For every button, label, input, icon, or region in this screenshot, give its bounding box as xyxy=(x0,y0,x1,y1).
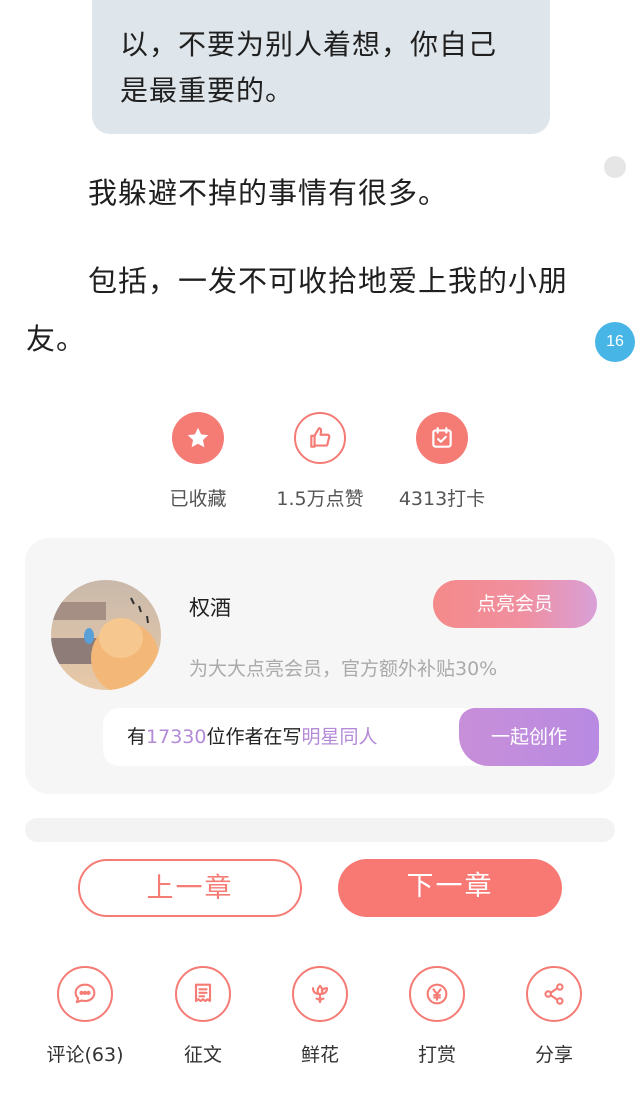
essay-contest-button[interactable]: 征文 xyxy=(153,966,253,1067)
like-button[interactable]: 1.5万点赞 xyxy=(260,412,380,511)
author-card: 权酒 点亮会员 为大大点亮会员，官方额外补贴30% 有17330位作者在写明星同… xyxy=(25,538,615,794)
paragraph-comment-dot[interactable] xyxy=(604,156,626,178)
vip-description: 为大大点亮会员，官方额外补贴30% xyxy=(189,658,498,680)
next-chapter-button[interactable]: 下一章 xyxy=(338,859,562,917)
star-icon xyxy=(172,412,224,464)
flower-button[interactable]: 鲜花 xyxy=(270,966,370,1067)
tip-label: 打赏 xyxy=(417,1044,456,1066)
comment-label: 评论(63) xyxy=(46,1044,124,1066)
promo-middle: 位作者在写 xyxy=(206,726,302,748)
yen-icon xyxy=(409,966,465,1022)
writing-promo-bar[interactable]: 有17330位作者在写明星同人 一起创作 xyxy=(103,708,599,766)
promo-prefix: 有 xyxy=(127,726,147,748)
article-paragraph: 包括，一发不可收拾地爱上我的小朋友。 xyxy=(26,264,569,356)
collect-label: 已收藏 xyxy=(169,488,227,510)
thumbs-up-icon xyxy=(294,412,346,464)
checkin-label: 4313打卡 xyxy=(398,488,486,510)
like-label: 1.5万点赞 xyxy=(276,488,364,510)
vip-button[interactable]: 点亮会员 xyxy=(433,580,597,628)
share-button[interactable]: 分享 xyxy=(504,966,604,1067)
comment-button[interactable]: 评论(63) xyxy=(35,966,135,1067)
flower-icon xyxy=(292,966,348,1022)
writing-promo-text: 有17330位作者在写明星同人 xyxy=(127,708,378,766)
calendar-check-icon xyxy=(416,412,468,464)
topic-tag[interactable]: 明星同人 xyxy=(301,726,377,748)
avatar[interactable] xyxy=(51,580,161,690)
author-name[interactable]: 权酒 xyxy=(189,592,231,622)
share-icon xyxy=(526,966,582,1022)
quote-block: 以，不要为别人着想，你自己是最重要的。 xyxy=(92,0,550,134)
document-icon xyxy=(175,966,231,1022)
essay-contest-label: 征文 xyxy=(183,1044,222,1066)
collect-button[interactable]: 已收藏 xyxy=(138,412,258,511)
flower-label: 鲜花 xyxy=(300,1044,339,1066)
author-count: 17330 xyxy=(146,726,207,748)
checkin-button[interactable]: 4313打卡 xyxy=(382,412,502,511)
article-paragraph: 我躲避不掉的事情有很多。 xyxy=(88,176,449,210)
tip-button[interactable]: 打赏 xyxy=(387,966,487,1067)
section-divider xyxy=(25,818,615,842)
quote-text: 以，不要为别人着想，你自己是最重要的。 xyxy=(120,28,498,107)
comment-icon xyxy=(57,966,113,1022)
share-label: 分享 xyxy=(534,1044,573,1066)
paragraph-comment-badge[interactable]: 16 xyxy=(595,322,635,362)
prev-chapter-button[interactable]: 上一章 xyxy=(78,859,302,917)
write-together-button[interactable]: 一起创作 xyxy=(459,708,599,766)
